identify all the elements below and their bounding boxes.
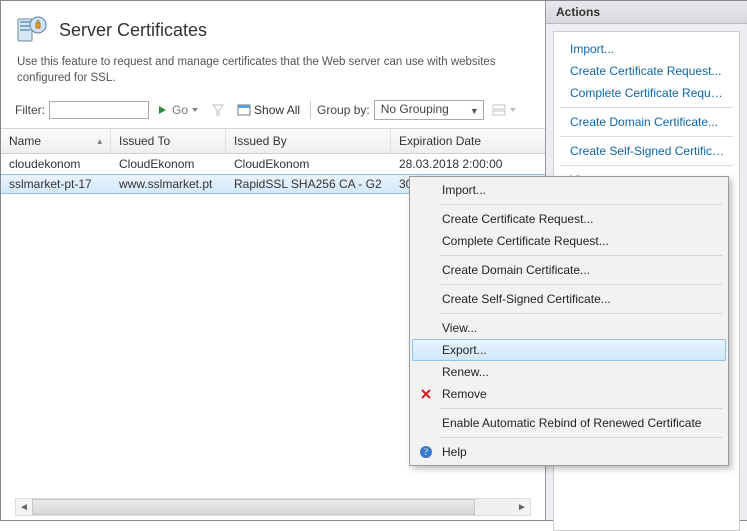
actions-header: Actions [546,1,747,24]
horizontal-scrollbar[interactable]: ◄ ► [15,498,531,516]
toolbar: Filter: Go Show All Group by: No Groupin… [1,96,545,124]
scroll-thumb[interactable] [32,499,475,515]
action-create-domain[interactable]: Create Domain Certificate... [554,111,739,133]
cm-separator [440,255,722,256]
cm-separator [440,313,722,314]
context-menu: Import... Create Certificate Request... … [409,176,729,466]
showall-label: Show All [254,103,300,117]
actions-separator [560,136,733,137]
column-issued-to[interactable]: Issued To [111,129,226,153]
cm-separator [440,204,722,205]
cm-import[interactable]: Import... [412,179,726,201]
page-header: Server Certificates [1,1,545,53]
scroll-right-arrow[interactable]: ► [514,499,530,515]
server-cert-icon [15,13,49,47]
grid-header-row: Name ▴ Issued To Issued By Expiration Da… [1,128,545,154]
scroll-left-arrow[interactable]: ◄ [16,499,32,515]
action-create-request[interactable]: Create Certificate Request... [554,60,739,82]
column-expiration[interactable]: Expiration Date [391,129,521,153]
actions-separator [560,107,733,108]
actions-separator [560,165,733,166]
groupby-value: No Grouping [381,102,449,116]
cm-view[interactable]: View... [412,317,726,339]
cm-renew[interactable]: Renew... [412,361,726,383]
page-description: Use this feature to request and manage c… [1,53,545,96]
cm-remove[interactable]: Remove [412,383,726,405]
cm-help[interactable]: ? Help [412,441,726,463]
filter-input[interactable] [49,101,149,119]
page-title: Server Certificates [59,20,207,41]
column-issued-by[interactable]: Issued By [226,129,391,153]
column-name[interactable]: Name ▴ [1,129,111,153]
cm-rebind[interactable]: Enable Automatic Rebind of Renewed Certi… [412,412,726,434]
cm-create-self-signed[interactable]: Create Self-Signed Certificate... [412,288,726,310]
chevron-down-icon: ▼ [470,106,479,116]
svg-text:?: ? [424,447,428,457]
help-icon: ? [418,444,434,460]
cm-separator [440,284,722,285]
filter-label: Filter: [15,103,45,117]
cm-complete-request[interactable]: Complete Certificate Request... [412,230,726,252]
scroll-track[interactable] [32,499,514,515]
cm-create-domain[interactable]: Create Domain Certificate... [412,259,726,281]
cm-create-request[interactable]: Create Certificate Request... [412,208,726,230]
action-import[interactable]: Import... [554,38,739,60]
remove-icon [418,386,434,402]
action-complete-request[interactable]: Complete Certificate Request... [554,82,739,104]
filter-clear-button[interactable] [207,102,229,118]
group-view-button[interactable] [488,103,521,117]
filter-go-button[interactable]: Go [153,102,203,118]
action-create-self-signed[interactable]: Create Self-Signed Certificate... [554,140,739,162]
sort-asc-icon: ▴ [97,136,102,147]
cm-export[interactable]: Export... [412,339,726,361]
cm-separator [440,408,722,409]
cm-separator [440,437,722,438]
table-row[interactable]: cloudekonom CloudEkonom CloudEkonom 28.0… [1,154,545,174]
groupby-label: Group by: [317,103,370,117]
groupby-dropdown[interactable]: No Grouping ▼ [374,100,484,120]
showall-button[interactable]: Show All [233,102,304,118]
go-label: Go [172,103,188,117]
toolbar-separator [310,101,311,119]
